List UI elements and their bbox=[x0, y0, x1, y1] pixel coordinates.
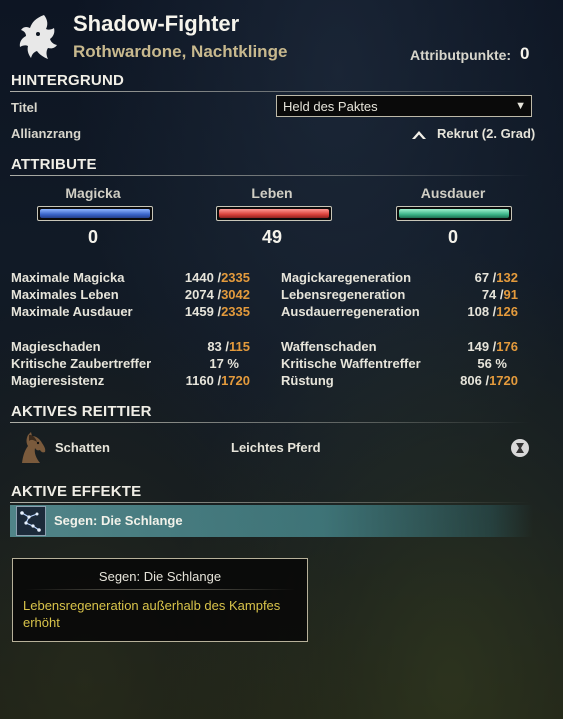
stat-label: Maximales Leben bbox=[11, 287, 119, 302]
magicka-bar-fill bbox=[40, 209, 150, 218]
health-attribute-label: Leben bbox=[251, 185, 293, 201]
divider bbox=[10, 502, 530, 503]
attribute-points-label: Attributpunkte: bbox=[410, 47, 512, 63]
stat-value: 1459 /2335 bbox=[184, 304, 250, 319]
serpent-icon bbox=[16, 506, 46, 536]
character-name: Shadow-Fighter bbox=[73, 11, 240, 36]
section-mount-title: AKTIVES REITTIER bbox=[11, 403, 152, 420]
section-effects-title: AKTIVE EFFEKTE bbox=[11, 483, 142, 500]
character-race-class: Rothwardone, Nachtklinge bbox=[73, 42, 288, 61]
stat-value: 1440 /2335 bbox=[184, 270, 250, 285]
stamina-attribute-value[interactable]: 0 bbox=[383, 227, 523, 248]
divider bbox=[10, 422, 530, 423]
stat-value: 1160 /1720 bbox=[185, 373, 250, 388]
stat-label: Magickaregeneration bbox=[281, 270, 412, 285]
chevron-down-icon: ▼ bbox=[515, 100, 526, 112]
stat-label: Kritische Zaubertreffer bbox=[11, 356, 152, 371]
mount-training-icon[interactable] bbox=[510, 438, 530, 458]
alliance-rank-label: Allianzrang bbox=[11, 126, 82, 141]
attribute-points-value: 0 bbox=[520, 44, 530, 63]
stat-value: 67 /132 bbox=[474, 270, 518, 285]
alliance-emblem-icon bbox=[14, 12, 60, 64]
stat-label: Maximale Ausdauer bbox=[11, 304, 133, 319]
stat-value: 2074 /3042 bbox=[184, 287, 250, 302]
stat-label: Lebensregeneration bbox=[281, 287, 406, 302]
stat-value: 17 % bbox=[209, 356, 239, 371]
stat-value: 108 /126 bbox=[467, 304, 518, 319]
stat-value: 149 /176 bbox=[467, 339, 518, 354]
tooltip-title: Segen: Die Schlange bbox=[98, 569, 222, 584]
stat-value: 74 /91 bbox=[481, 287, 518, 302]
magicka-attribute-value[interactable]: 0 bbox=[23, 227, 163, 248]
stat-label: Waffenschaden bbox=[281, 339, 377, 354]
stat-value: 56 % bbox=[477, 356, 507, 371]
mount-name[interactable]: Schatten bbox=[55, 440, 110, 455]
section-attributes-title: ATTRIBUTE bbox=[11, 156, 97, 173]
magicka-attribute-label: Magicka bbox=[65, 185, 121, 201]
stat-value: 83 /115 bbox=[207, 339, 250, 354]
stat-label: Rüstung bbox=[281, 373, 334, 388]
mount-type: Leichtes Pferd bbox=[231, 440, 321, 455]
title-label: Titel bbox=[11, 100, 38, 115]
title-dropdown[interactable]: Held des Paktes ▼ bbox=[276, 95, 532, 117]
stat-value: 806 /1720 bbox=[460, 373, 518, 388]
horse-icon bbox=[14, 429, 50, 465]
tooltip-description: Lebensregeneration außerhalb des Kampfes… bbox=[23, 598, 281, 630]
stamina-bar-fill bbox=[399, 209, 509, 218]
divider bbox=[10, 91, 530, 92]
health-bar-fill bbox=[219, 209, 329, 218]
tooltip-divider bbox=[25, 589, 295, 590]
divider bbox=[10, 175, 530, 176]
stat-label: Magieresistenz bbox=[11, 373, 105, 388]
stat-label: Maximale Magicka bbox=[11, 270, 125, 285]
active-effect-row[interactable]: Segen: Die Schlange bbox=[10, 505, 533, 537]
health-attribute-value[interactable]: 49 bbox=[202, 227, 342, 248]
stat-label: Kritische Waffentreffer bbox=[281, 356, 421, 371]
alliance-rank-icon bbox=[411, 127, 427, 139]
active-effect-name: Segen: Die Schlange bbox=[54, 513, 183, 528]
effect-tooltip: Segen: Die Schlange Lebensregeneration a… bbox=[12, 558, 308, 642]
stat-label: Magieschaden bbox=[11, 339, 101, 354]
section-background-title: HINTERGRUND bbox=[11, 72, 125, 89]
stat-label: Ausdauerregeneration bbox=[281, 304, 420, 319]
alliance-rank-value: Rekrut (2. Grad) bbox=[437, 126, 536, 141]
title-dropdown-value: Held des Paktes bbox=[283, 99, 378, 114]
stamina-attribute-label: Ausdauer bbox=[420, 185, 486, 201]
